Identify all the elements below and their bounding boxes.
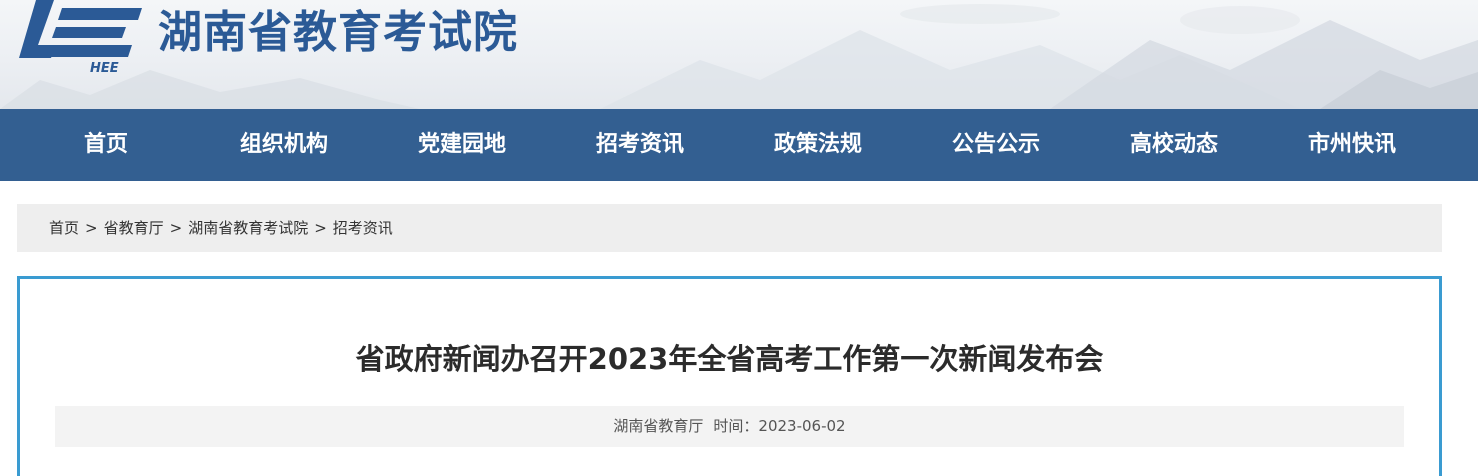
nav-item-universities[interactable]: 高校动态 bbox=[1085, 109, 1263, 181]
article-meta: 湖南省教育厅 时间：2023-06-02 bbox=[55, 406, 1404, 447]
nav-item-admissions[interactable]: 招考资讯 bbox=[551, 109, 729, 181]
article-source: 湖南省教育厅 bbox=[613, 417, 704, 435]
breadcrumb-separator: > bbox=[85, 219, 98, 237]
breadcrumb-education-dept[interactable]: 省教育厅 bbox=[104, 219, 164, 237]
nav-item-city-news[interactable]: 市州快讯 bbox=[1263, 109, 1441, 181]
nav-item-notices[interactable]: 公告公示 bbox=[907, 109, 1085, 181]
header-banner: HEE 湖南省教育考试院 bbox=[0, 0, 1478, 109]
nav-item-organization[interactable]: 组织机构 bbox=[195, 109, 373, 181]
breadcrumb-separator: > bbox=[314, 219, 327, 237]
breadcrumb-separator: > bbox=[169, 219, 183, 237]
site-title[interactable]: 湖南省教育考试院 bbox=[158, 2, 518, 64]
hee-logo[interactable]: HEE bbox=[14, 0, 144, 78]
breadcrumb-admissions[interactable]: 招考资讯 bbox=[333, 219, 393, 237]
logo-text: HEE bbox=[90, 61, 119, 76]
article-time-label: 时间： bbox=[713, 417, 759, 435]
main-nav: 首页 组织机构 党建园地 招考资讯 政策法规 公告公示 高校动态 市州快讯 bbox=[0, 109, 1478, 181]
nav-item-policy[interactable]: 政策法规 bbox=[729, 109, 907, 181]
breadcrumb: 首页 > 省教育厅 > 湖南省教育考试院 > 招考资讯 bbox=[17, 204, 1442, 252]
article-container: 省政府新闻办召开2023年全省高考工作第一次新闻发布会 湖南省教育厅 时间：202… bbox=[17, 276, 1442, 476]
article-title: 省政府新闻办召开2023年全省高考工作第一次新闻发布会 bbox=[355, 342, 1104, 376]
breadcrumb-exam-authority[interactable]: 湖南省教育考试院 bbox=[188, 219, 308, 237]
nav-item-home[interactable]: 首页 bbox=[17, 109, 195, 181]
breadcrumb-home[interactable]: 首页 bbox=[49, 219, 79, 237]
article-date: 2023-06-02 bbox=[758, 417, 846, 435]
nav-item-party[interactable]: 党建园地 bbox=[373, 109, 551, 181]
